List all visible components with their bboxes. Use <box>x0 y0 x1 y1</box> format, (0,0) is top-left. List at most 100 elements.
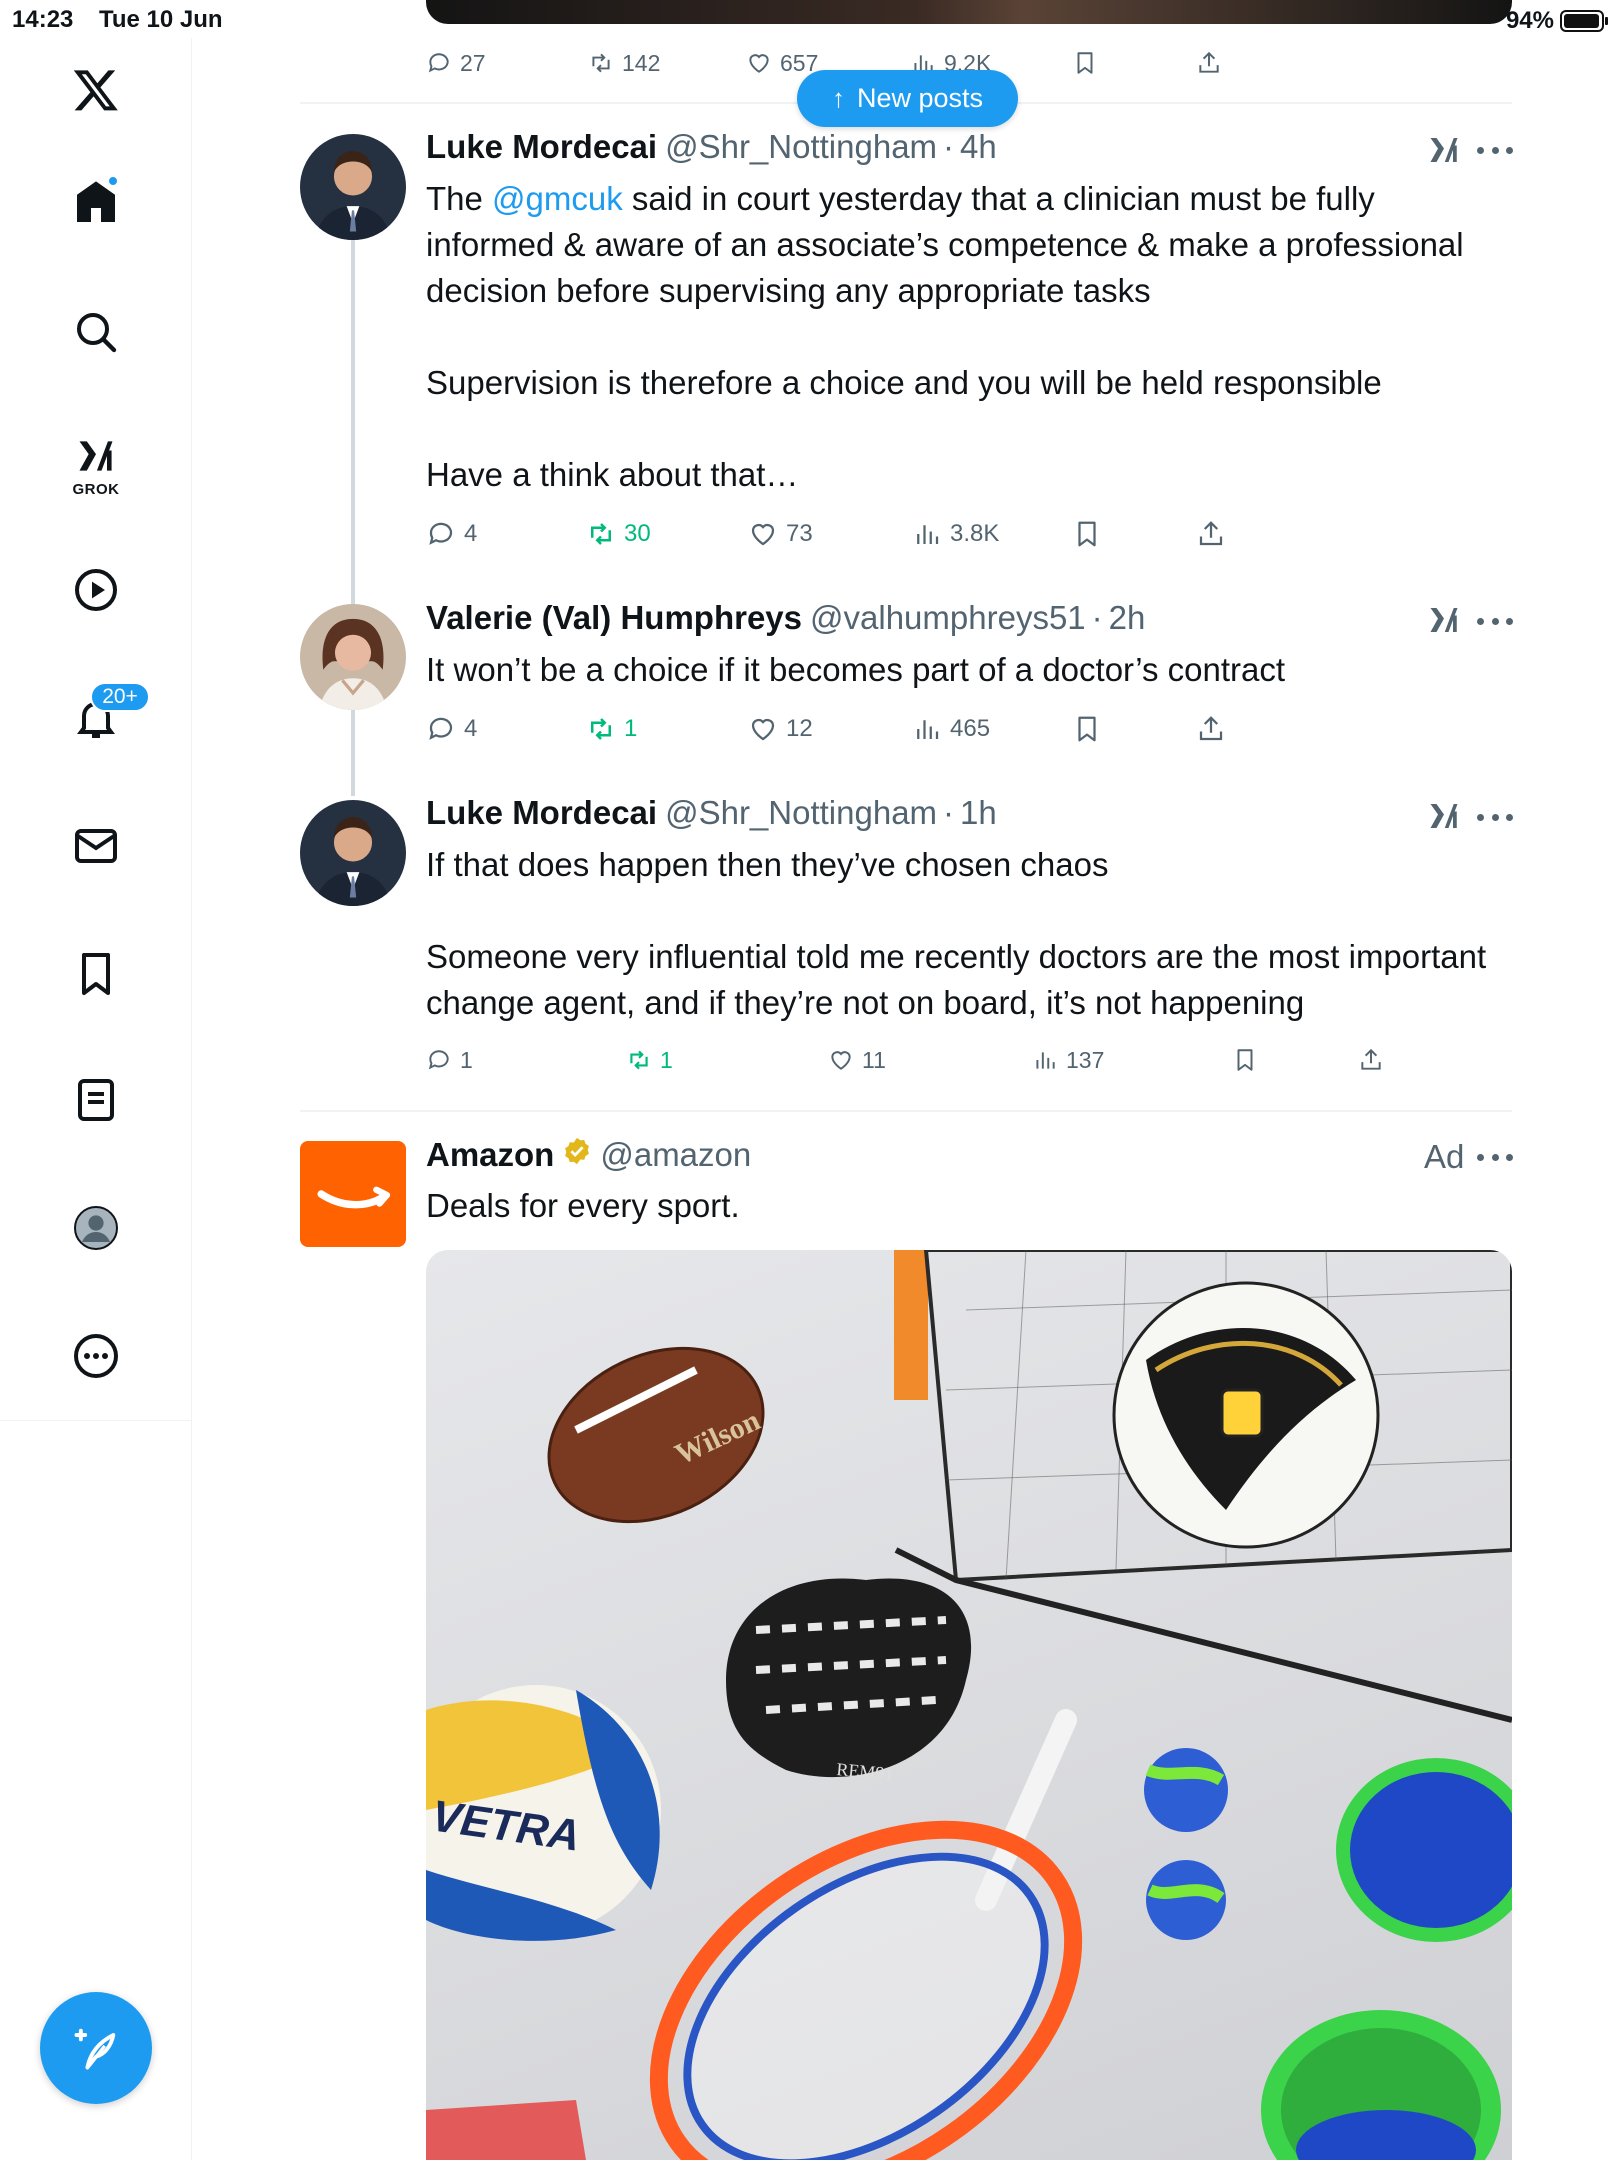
author-handle[interactable]: @Shr_Nottingham <box>665 128 937 166</box>
home-nav-item[interactable] <box>56 162 136 242</box>
more-circle-icon <box>74 1334 118 1378</box>
author-name[interactable]: Luke Mordecai <box>426 794 657 832</box>
reply-icon <box>428 53 449 73</box>
glove-brand-text: REM91 <box>836 1759 895 1784</box>
search-icon <box>77 313 117 353</box>
like-button[interactable]: 11 <box>828 1040 886 1080</box>
bookmark-icon <box>82 953 110 995</box>
video-nav-item[interactable] <box>56 550 136 630</box>
author-name[interactable]: Amazon <box>426 1136 554 1174</box>
notifications-nav-item[interactable]: 20+ <box>56 678 150 758</box>
reply-button[interactable]: 1 <box>426 1040 473 1080</box>
grok-nav-item[interactable]: GROK <box>56 424 136 504</box>
ad-label: Ad <box>1424 1138 1465 1175</box>
like-button[interactable]: 73 <box>748 514 813 554</box>
bookmark-button[interactable] <box>1072 43 1106 83</box>
repost-button[interactable]: 1 <box>586 709 637 749</box>
views-count: 137 <box>1066 1046 1105 1073</box>
views-count: 465 <box>950 715 991 742</box>
post-separator <box>300 1110 1512 1112</box>
x-logo-icon[interactable] <box>56 50 136 130</box>
repost-button[interactable]: 30 <box>586 514 651 554</box>
avatar-icon <box>74 1206 118 1250</box>
bookmark-button[interactable] <box>1232 1040 1266 1080</box>
bookmarks-nav-item[interactable] <box>56 934 136 1014</box>
author-handle[interactable]: @valhumphreys51 <box>810 599 1086 637</box>
ad-image[interactable]: Wilson VETRA REM91 <box>426 1250 1512 2160</box>
post-header: Luke Mordecai @Shr_Nottingham · 1h <box>426 794 997 832</box>
more-options-icon[interactable] <box>1477 810 1513 824</box>
avatar[interactable] <box>300 134 406 240</box>
reply-count: 27 <box>460 49 486 76</box>
post-header: Amazon @amazon <box>426 1136 751 1176</box>
reply-button[interactable]: 4 <box>426 709 477 749</box>
views-button[interactable]: 3.8K <box>912 514 999 554</box>
amazon-logo[interactable] <box>300 1141 406 1247</box>
reply-button[interactable]: 27 <box>426 43 486 83</box>
post-text: It won’t be a choice if it becomes part … <box>426 651 1286 688</box>
post-header: Luke Mordecai @Shr_Nottingham · 4h <box>426 128 997 166</box>
play-icon <box>75 569 117 611</box>
compose-button[interactable] <box>40 1992 152 2104</box>
sidebar: GROK 20+ <box>0 38 192 2160</box>
avatar[interactable] <box>300 604 406 710</box>
grok-label: GROK <box>72 481 120 498</box>
messages-nav-item[interactable] <box>56 806 136 886</box>
views-button[interactable]: 465 <box>912 709 990 749</box>
post-age[interactable]: 1h <box>960 794 997 832</box>
profile-nav-item[interactable] <box>56 1188 136 1268</box>
grok-icon[interactable] <box>1426 602 1462 638</box>
author-name[interactable]: Luke Mordecai <box>426 128 657 166</box>
repost-icon <box>592 53 610 73</box>
bookmark-icon <box>1078 521 1096 547</box>
search-nav-item[interactable] <box>56 292 136 372</box>
grok-icon[interactable] <box>1426 798 1462 834</box>
post-text: If that does happen then they’ve chosen … <box>426 846 1487 1021</box>
repost-button[interactable]: 142 <box>588 43 660 83</box>
post-actions: 4 1 12 465 <box>426 709 1426 749</box>
list-icon <box>78 1079 114 1121</box>
author-handle[interactable]: @Shr_Nottingham <box>665 794 937 832</box>
like-count: 12 <box>786 715 813 742</box>
new-posts-button[interactable]: ↑ New posts <box>797 70 1018 127</box>
mention-link[interactable]: @gmcuk <box>492 180 623 217</box>
reply-button[interactable]: 4 <box>426 514 477 554</box>
author-name[interactable]: Valerie (Val) Humphreys <box>426 599 802 637</box>
views-icon <box>917 720 939 739</box>
verified-badge-icon <box>565 1137 590 1165</box>
grok-icon[interactable] <box>1426 132 1462 168</box>
heart-icon <box>751 718 775 741</box>
like-button[interactable]: 12 <box>748 709 813 749</box>
more-options-icon[interactable] <box>1477 143 1513 157</box>
author-handle[interactable]: @amazon <box>600 1136 751 1174</box>
avatar[interactable] <box>300 800 406 906</box>
heart-icon <box>749 54 769 73</box>
post-age[interactable]: 4h <box>960 128 997 166</box>
repost-count: 1 <box>624 715 638 742</box>
like-count: 73 <box>786 520 813 547</box>
share-button[interactable] <box>1196 514 1234 554</box>
more-nav-item[interactable] <box>56 1316 136 1396</box>
share-button[interactable] <box>1196 43 1230 83</box>
thread-line <box>351 240 355 796</box>
post-age[interactable]: 2h <box>1109 599 1146 637</box>
new-posts-label: New posts <box>856 83 984 113</box>
more-options-icon[interactable] <box>1477 614 1513 628</box>
home-unread-dot <box>107 175 119 187</box>
views-button[interactable]: 137 <box>1032 1040 1104 1080</box>
repost-button[interactable]: 1 <box>626 1040 673 1080</box>
reply-icon <box>428 1050 449 1070</box>
reply-count: 4 <box>464 715 478 742</box>
lists-nav-item[interactable] <box>56 1060 136 1140</box>
previous-post-media[interactable] <box>426 0 1512 24</box>
share-button[interactable] <box>1358 1040 1392 1080</box>
like-count: 11 <box>862 1046 886 1073</box>
more-options-icon[interactable] <box>1477 1150 1513 1164</box>
repost-icon <box>591 523 611 545</box>
battery-icon <box>1560 10 1608 32</box>
repost-icon <box>630 1050 648 1070</box>
share-button[interactable] <box>1196 709 1234 749</box>
bookmark-button[interactable] <box>1072 709 1110 749</box>
bookmark-button[interactable] <box>1072 514 1110 554</box>
bookmark-icon <box>1077 52 1093 74</box>
